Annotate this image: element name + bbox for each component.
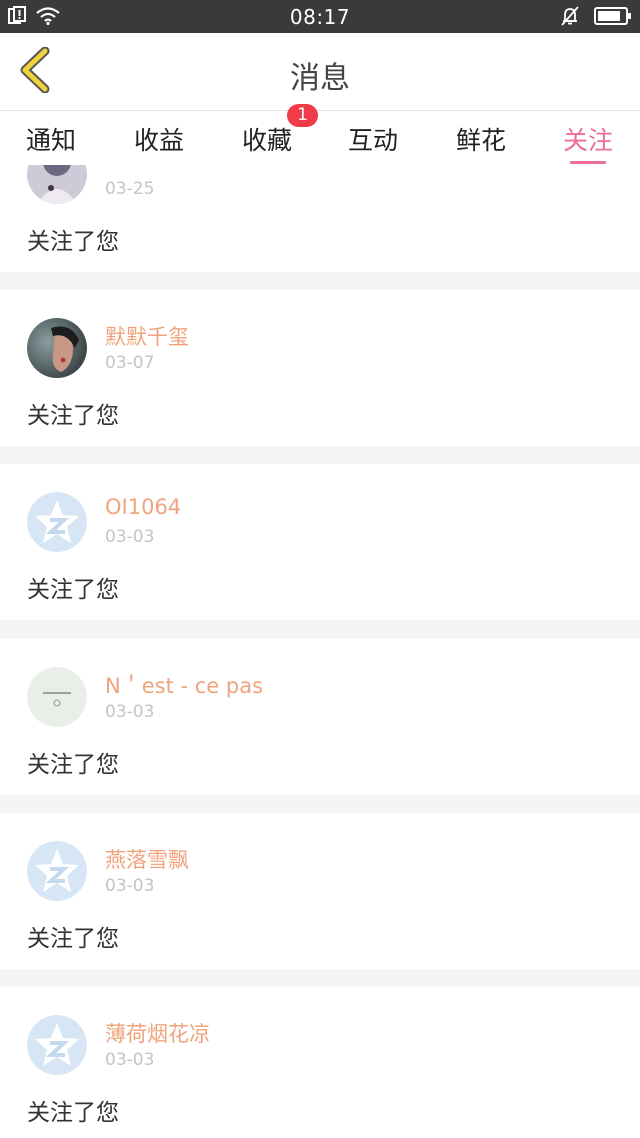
tab-label: 鲜花 <box>455 126 506 155</box>
follow-message-list: 03-25 关注了您 默默千玺 03-07 关注了您 OI1064 03-03 … <box>0 165 640 1138</box>
mute-bell-icon <box>560 6 580 30</box>
status-bar: 08:17 <box>0 0 640 33</box>
message-text: 关注了您 <box>27 229 119 255</box>
tab-earnings[interactable]: 收益 <box>119 121 199 165</box>
list-item[interactable]: 薄荷烟花凉 03-03 关注了您 <box>0 987 640 1138</box>
status-time: 08:17 <box>289 5 351 29</box>
list-item[interactable]: 燕落雪飘 03-03 关注了您 <box>0 813 640 969</box>
message-text: 关注了您 <box>27 403 119 429</box>
tab-bar: 通知 收益 收藏 互动 鲜花 关注 <box>0 110 640 165</box>
user-name[interactable]: 燕落雪飘 <box>105 844 189 874</box>
tab-notifications[interactable]: 通知 <box>11 121 91 165</box>
status-right-icons <box>560 6 632 30</box>
avatar[interactable] <box>27 318 87 378</box>
message-date: 03-03 <box>105 527 155 547</box>
message-date: 03-03 <box>105 876 155 896</box>
nav-header: 消息 <box>0 33 640 110</box>
tab-label: 收藏 <box>241 126 292 155</box>
user-name[interactable]: N＇est - ce pas <box>105 670 263 700</box>
active-tab-indicator <box>570 161 606 164</box>
message-text: 关注了您 <box>27 1100 119 1126</box>
tab-interactions[interactable]: 互动 <box>333 121 413 165</box>
favorites-count-badge: 1 <box>287 104 318 127</box>
page-title: 消息 <box>290 61 350 96</box>
message-text: 关注了您 <box>27 926 119 952</box>
tab-label: 收益 <box>133 126 184 155</box>
tab-favorites[interactable]: 收藏 <box>227 121 307 165</box>
user-name[interactable]: 薄荷烟花凉 <box>105 1018 210 1048</box>
message-date: 03-03 <box>105 702 155 722</box>
message-text: 关注了您 <box>27 752 119 778</box>
avatar[interactable] <box>27 667 87 727</box>
user-name[interactable]: OI1064 <box>105 495 181 519</box>
tab-label: 关注 <box>562 126 613 155</box>
battery-icon <box>594 7 632 29</box>
message-date: 03-07 <box>105 353 155 373</box>
message-date: 03-25 <box>105 179 155 199</box>
message-text: 关注了您 <box>27 577 119 603</box>
default-avatar-icon[interactable] <box>27 492 87 552</box>
user-name[interactable]: 默默千玺 <box>105 321 189 351</box>
default-avatar-icon[interactable] <box>27 841 87 901</box>
message-date: 03-03 <box>105 1050 155 1070</box>
list-item[interactable]: OI1064 03-03 关注了您 <box>0 464 640 620</box>
tab-flowers[interactable]: 鲜花 <box>441 121 521 165</box>
tab-label: 互动 <box>347 126 398 155</box>
tab-label: 通知 <box>25 126 76 155</box>
list-item[interactable]: N＇est - ce pas 03-03 关注了您 <box>0 639 640 795</box>
list-item[interactable]: 默默千玺 03-07 关注了您 <box>0 290 640 446</box>
avatar[interactable] <box>27 165 87 204</box>
tab-follows[interactable]: 关注 <box>548 121 628 165</box>
default-avatar-icon[interactable] <box>27 1015 87 1075</box>
list-item[interactable]: 03-25 关注了您 <box>0 165 640 272</box>
